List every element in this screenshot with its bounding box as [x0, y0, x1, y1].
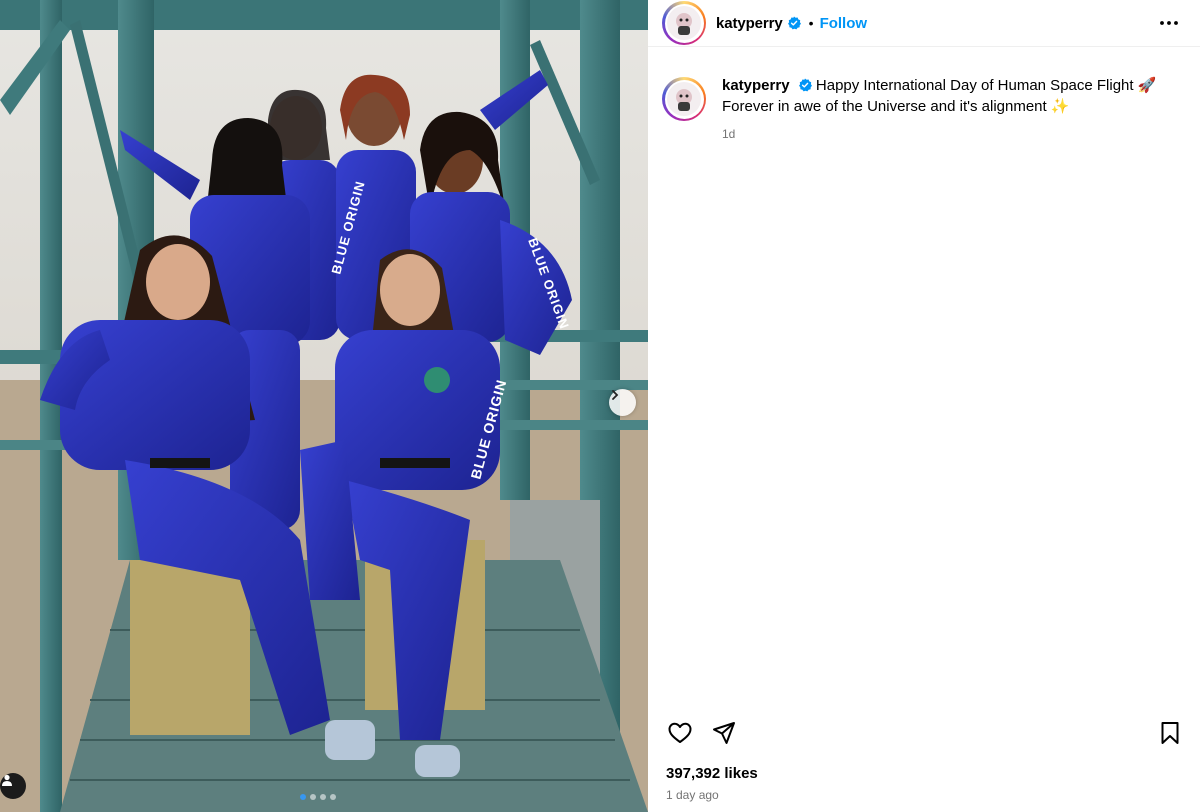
carousel-dot	[330, 794, 336, 800]
verified-badge-icon	[787, 16, 801, 30]
carousel-dot	[300, 794, 306, 800]
paper-plane-icon	[713, 722, 735, 744]
post-photo[interactable]: BLUE ORIGIN BLUE ORIGIN BLUE ORIGIN	[0, 0, 648, 812]
bookmark-icon	[1161, 722, 1179, 744]
avatar-image	[667, 82, 701, 116]
carousel-dot	[310, 794, 316, 800]
post-sidebar: katyperry • Follow katyperry Happy Inter…	[648, 0, 1200, 812]
caption-username[interactable]: katyperry	[722, 77, 790, 94]
crew-photo-illustration: BLUE ORIGIN BLUE ORIGIN BLUE ORIGIN	[0, 0, 648, 812]
caption-text-line2: Forever in awe of the Universe and it's …	[722, 98, 1070, 115]
verified-badge-icon	[798, 78, 812, 92]
heart-icon	[668, 722, 692, 743]
tagged-people-button[interactable]	[0, 773, 26, 799]
caption-age[interactable]: 1d	[722, 124, 1156, 145]
person-tag-icon	[2, 774, 12, 786]
follow-button[interactable]: Follow	[820, 15, 868, 32]
caption: katyperry Happy International Day of Hum…	[648, 47, 1200, 145]
carousel-dot	[320, 794, 326, 800]
avatar[interactable]	[662, 1, 706, 45]
carousel-dots	[300, 794, 336, 800]
avatar-image	[667, 6, 701, 40]
share-button[interactable]	[710, 719, 738, 747]
caption-text-line1: Happy International Day of Human Space F…	[815, 77, 1157, 94]
like-button[interactable]	[666, 719, 694, 747]
caption-avatar[interactable]	[662, 77, 706, 121]
likes-count[interactable]: 397,392 likes	[666, 765, 758, 782]
save-button[interactable]	[1156, 719, 1184, 747]
header-username[interactable]: katyperry	[716, 15, 783, 32]
post-header: katyperry • Follow	[648, 0, 1200, 47]
chevron-right-icon	[612, 390, 619, 400]
post-timestamp[interactable]: 1 day ago	[666, 788, 719, 802]
more-options-icon	[1160, 21, 1178, 25]
more-options-button[interactable]	[1158, 12, 1180, 34]
carousel-next-button[interactable]	[609, 389, 636, 416]
header-separator: •	[808, 15, 814, 31]
action-bar	[648, 714, 1200, 752]
